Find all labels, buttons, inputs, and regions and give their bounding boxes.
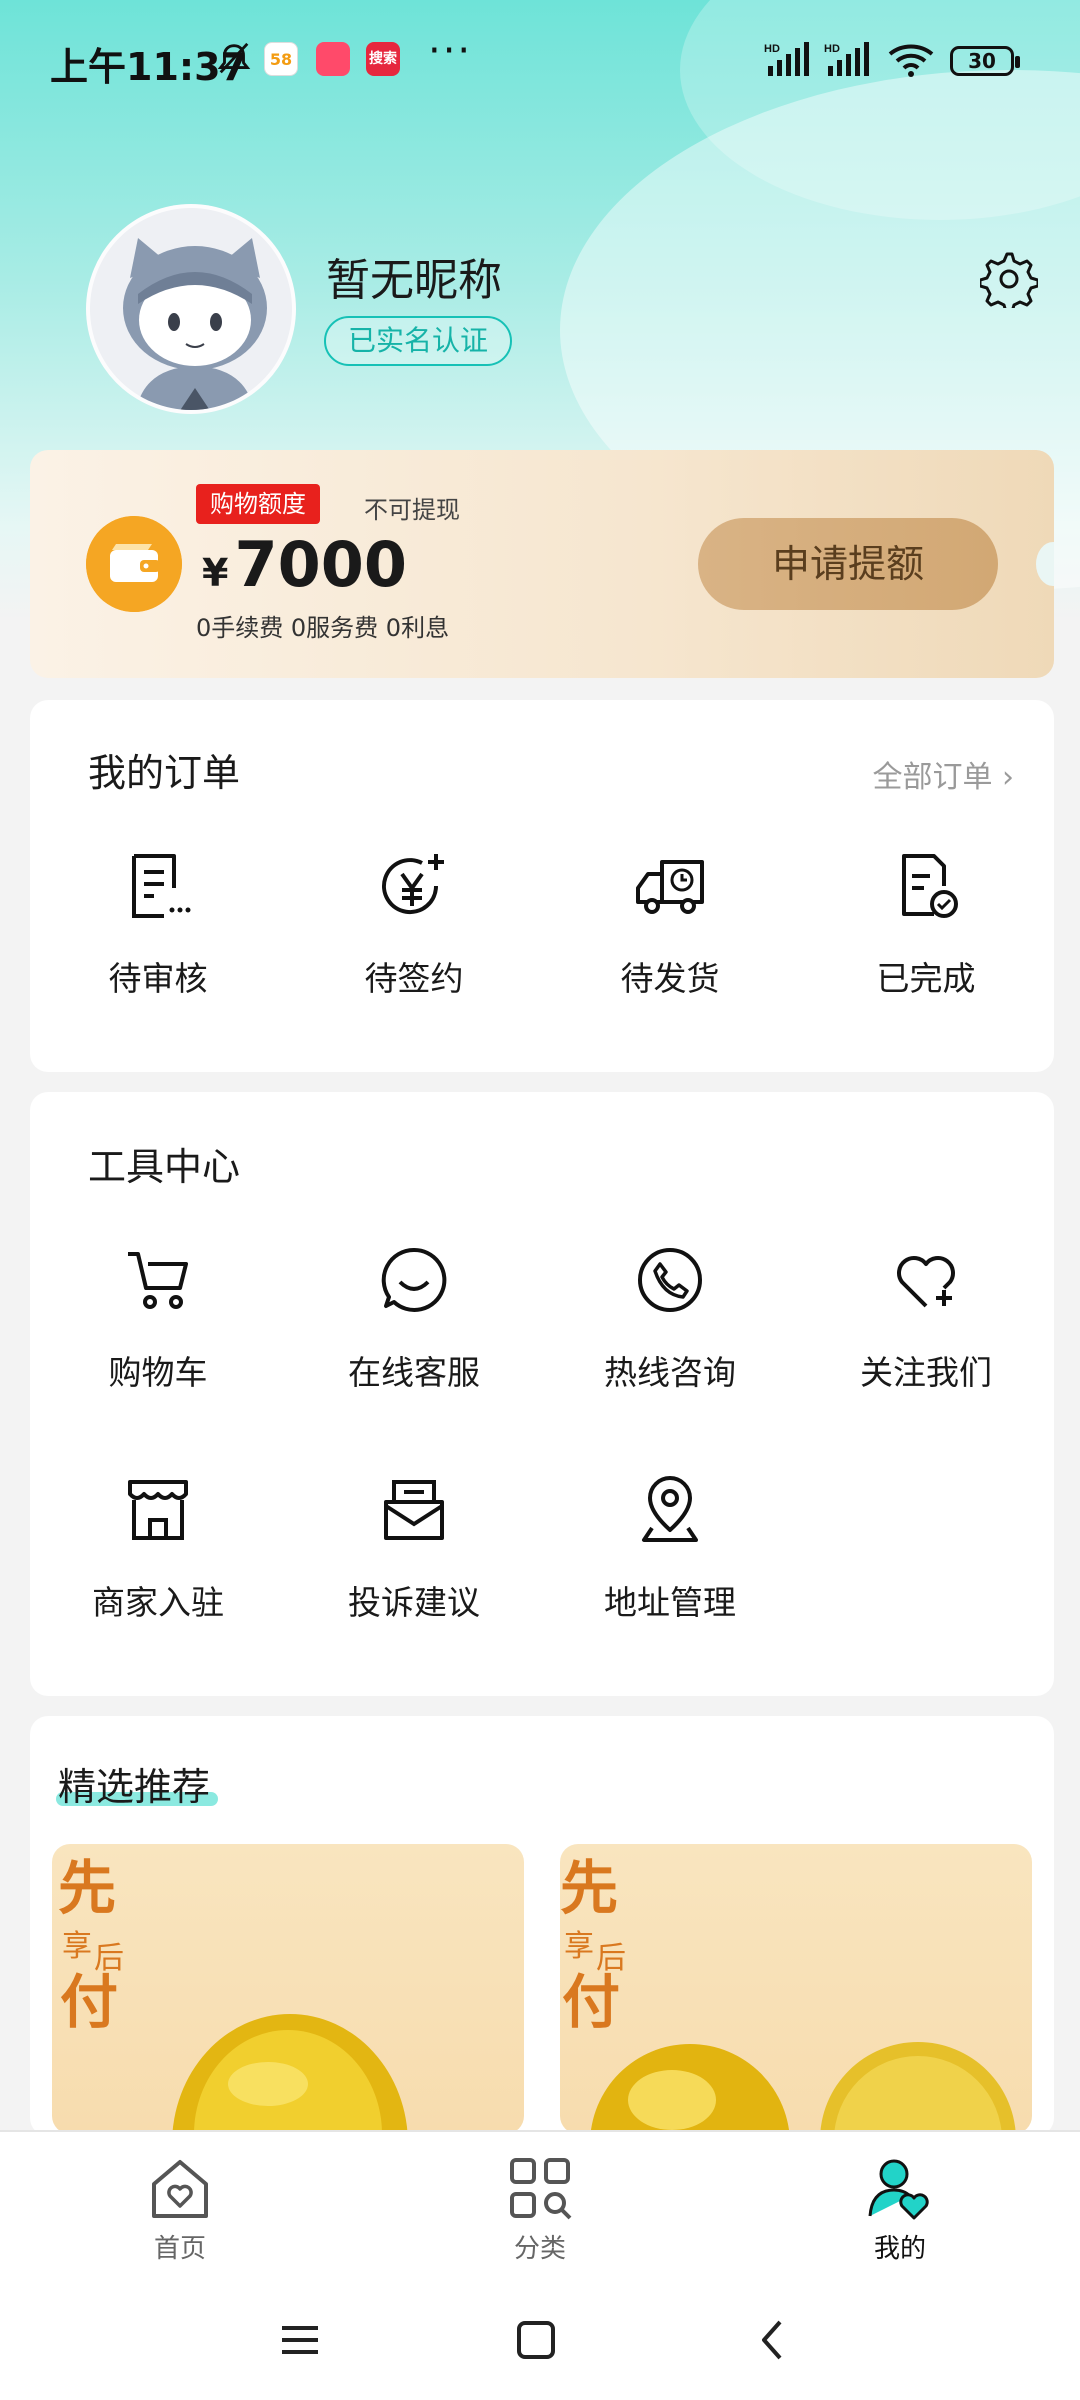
yen-plus-icon	[382, 854, 444, 915]
tool-merchant-join[interactable]: 商家入驻	[30, 1472, 286, 1624]
menu-icon[interactable]	[278, 2318, 322, 2362]
svg-text:付: 付	[562, 1968, 620, 2036]
tool-cart[interactable]: 购物车	[30, 1242, 286, 1394]
orders-card: 我的订单 全部订单 › 待审核 待签约 待发货 已完成	[30, 700, 1054, 1072]
tool-label: 关注我们	[860, 1353, 992, 1392]
svg-text:付: 付	[60, 1968, 118, 2036]
phone-icon	[638, 1248, 702, 1312]
bottom-tab-bar: 首页 分类 我的	[0, 2130, 1080, 2280]
order-pending-sign[interactable]: 待签约	[286, 848, 542, 1000]
battery-icon: 30	[950, 46, 1020, 76]
tab-label: 分类	[513, 2234, 566, 2264]
svg-text:享: 享	[564, 1929, 594, 1964]
app-search-icon: 搜索	[366, 42, 400, 76]
avatar[interactable]	[86, 204, 296, 414]
tool-follow-us[interactable]: 关注我们	[798, 1242, 1054, 1394]
signal-hd-2-icon: HD	[824, 42, 869, 76]
home-heart-icon	[152, 2160, 208, 2218]
tools-card: 工具中心 购物车 在线客服 热线咨询 关注我们 商家入驻 投诉建议 地址管理	[30, 1092, 1054, 1696]
user-heart-icon	[868, 2159, 929, 2220]
order-label: 待签约	[364, 959, 464, 998]
document-check-icon	[902, 854, 958, 918]
gold-bar-product-image: 先 享 后 付	[58, 1854, 408, 2134]
order-pending-review[interactable]: 待审核	[30, 848, 286, 1000]
delivery-truck-icon	[636, 860, 704, 914]
document-list-icon	[132, 854, 191, 918]
credit-card: 购物额度 不可提现 ¥7000 0手续费 0服务费 0利息 申请提额	[30, 450, 1054, 678]
tool-complaint[interactable]: 投诉建议	[286, 1472, 542, 1624]
recommend-title: 精选推荐	[58, 1765, 211, 1809]
tool-label: 投诉建议	[348, 1583, 480, 1622]
order-pending-ship[interactable]: 待发货	[542, 848, 798, 1000]
location-pin-icon	[642, 1476, 698, 1542]
tool-address[interactable]: 地址管理	[542, 1472, 798, 1624]
tab-home[interactable]: 首页	[80, 2142, 280, 2265]
credit-amount-value: 7000	[234, 528, 408, 601]
all-orders-link[interactable]: 全部订单 ›	[872, 752, 1014, 796]
order-completed[interactable]: 已完成	[798, 848, 1054, 1000]
wifi-icon	[888, 44, 934, 77]
product-card-gold-bead[interactable]: 先 享 后 付	[560, 1844, 1032, 2134]
tool-label: 购物车	[108, 1353, 208, 1392]
tool-online-service[interactable]: 在线客服	[286, 1242, 542, 1394]
tools-title: 工具中心	[88, 1145, 241, 1189]
more-notifications-icon: ···	[428, 28, 473, 74]
apply-increase-button[interactable]: 申请提额	[698, 518, 998, 610]
tab-label: 首页	[153, 2234, 206, 2264]
credit-tag: 购物额度	[196, 484, 320, 524]
bell-muted-icon	[217, 42, 251, 74]
verified-badge: 已实名认证	[324, 316, 513, 366]
credit-fees: 0手续费 0服务费 0利息	[196, 614, 450, 642]
cart-icon	[128, 1252, 188, 1309]
credit-note: 不可提现	[364, 496, 460, 524]
category-search-icon	[510, 2158, 572, 2220]
svg-text:先: 先	[58, 1854, 116, 1922]
svg-text:HD: HD	[764, 43, 780, 55]
store-icon	[128, 1480, 188, 1540]
gold-bead-product-image: 先 享 后 付	[560, 1854, 1016, 2134]
order-label: 待发货	[620, 959, 720, 998]
heart-plus-icon	[897, 1256, 955, 1308]
tool-label: 商家入驻	[92, 1583, 224, 1622]
tab-category[interactable]: 分类	[440, 2142, 640, 2265]
tool-label: 热线咨询	[604, 1353, 736, 1392]
svg-text:享: 享	[62, 1929, 92, 1964]
svg-text:HD: HD	[824, 43, 840, 55]
app-xiaohongshu-icon	[316, 42, 350, 76]
product-card-gold-bar[interactable]: 先 享 后 付	[52, 1844, 524, 2134]
tool-hotline[interactable]: 热线咨询	[542, 1242, 798, 1394]
currency-symbol: ¥	[202, 551, 229, 595]
orders-title: 我的订单	[88, 751, 241, 795]
chat-smile-icon	[381, 1247, 447, 1312]
tab-mine[interactable]: 我的	[800, 2142, 1000, 2265]
nickname[interactable]: 暂无昵称	[326, 244, 502, 308]
tool-label: 地址管理	[604, 1583, 736, 1622]
credit-amount: ¥7000	[202, 528, 407, 601]
tab-label: 我的	[873, 2234, 926, 2264]
mail-open-icon	[384, 1480, 444, 1540]
signal-hd-icon: HD	[764, 42, 809, 76]
order-label: 待审核	[108, 959, 208, 998]
back-chevron-icon[interactable]	[750, 2318, 794, 2362]
tool-label: 在线客服	[348, 1353, 480, 1392]
system-navigation-bar	[0, 2280, 1080, 2400]
status-bar: 上午11:37 58 搜索 ··· HD HD 30	[0, 0, 1080, 120]
home-square-icon[interactable]	[514, 2318, 558, 2362]
wallet-icon	[86, 516, 182, 612]
order-label: 已完成	[876, 959, 976, 998]
svg-text:先: 先	[560, 1854, 618, 1922]
app-58-icon: 58	[264, 42, 298, 76]
settings-gear-icon[interactable]	[980, 250, 1038, 308]
